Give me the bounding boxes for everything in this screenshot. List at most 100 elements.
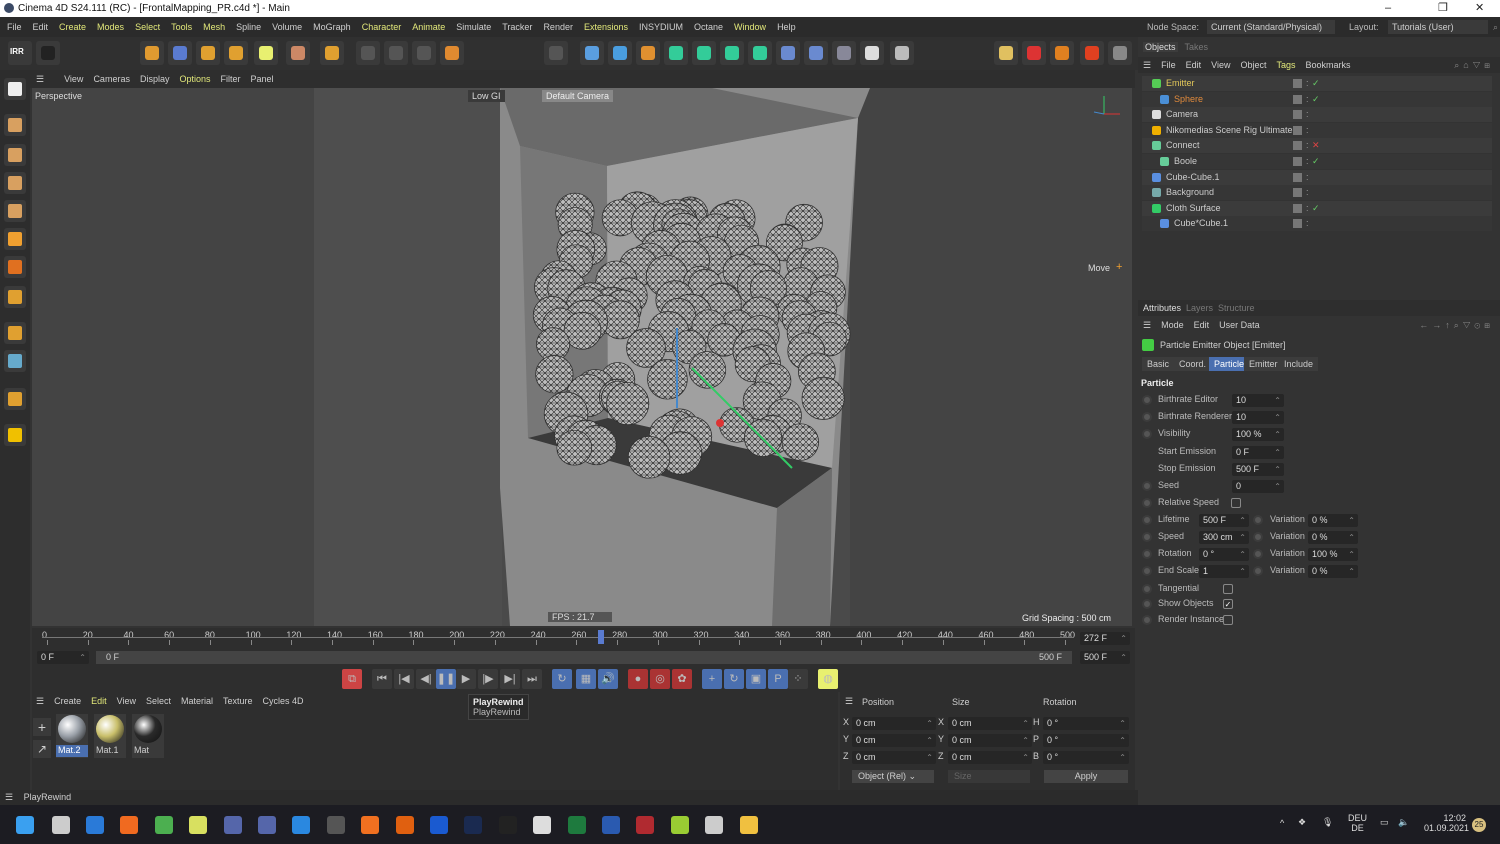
start-frame-field[interactable]: 0 F [37,651,89,664]
language-indicator[interactable]: DEU DE [1348,813,1367,833]
rotate-icon[interactable] [196,41,220,65]
coordinate-mode-dropdown[interactable]: Object (Rel) ⌄ [852,770,934,783]
menu-insydium[interactable]: INSYDIUM [639,22,683,32]
object-row[interactable]: Nikomedias Scene Rig Ultimate: [1142,122,1492,138]
object-row[interactable]: Connect: ✕ [1142,138,1492,154]
move-icon[interactable] [168,41,192,65]
size-mode-dropdown[interactable]: Size [948,770,1030,783]
y-axis-icon[interactable] [384,41,408,65]
mode-object-icon[interactable] [4,78,26,100]
relative-speed-checkbox[interactable] [1231,498,1241,509]
rotation-field[interactable]: 0 ° [1043,734,1129,747]
pen-icon[interactable] [636,41,660,65]
tab-attributes[interactable]: Attributes [1143,303,1181,313]
viewport-menu-view[interactable]: View [64,74,83,84]
visibility-dots-icon[interactable]: : [1306,216,1309,231]
hamburger-icon[interactable]: ☰ [1143,60,1151,70]
object-row[interactable]: Camera: [1142,107,1492,123]
subtab-emitter[interactable]: Emitter [1244,357,1283,371]
render-view-icon[interactable] [580,41,604,65]
menu-mograph[interactable]: MoGraph [313,22,351,32]
playhead[interactable] [597,630,604,644]
menu-tools[interactable]: Tools [171,22,192,32]
viewport-menu-panel[interactable]: Panel [251,74,274,84]
z-axis-icon[interactable] [412,41,436,65]
render-settings-icon[interactable] [36,41,60,65]
layer-icon[interactable] [1293,188,1302,198]
apply-material-icon[interactable]: ↗ [33,740,51,758]
object-row[interactable]: Boole: ✓ [1142,154,1492,169]
record-active-button[interactable]: ◎ [650,669,670,689]
field-input[interactable]: 100 % [1232,428,1284,442]
polygons-mode-icon[interactable] [4,228,26,250]
explorer-icon[interactable] [739,816,758,834]
bridge-icon[interactable] [498,816,517,834]
app-circle-icon[interactable] [533,816,552,834]
pause-button[interactable]: ❚❚ [436,669,456,689]
menu-create[interactable]: Create [59,22,86,32]
layer-icon[interactable] [1293,203,1302,213]
animate-radio[interactable] [1253,514,1263,525]
visibility-dots-icon[interactable]: : [1306,170,1309,185]
gi-label[interactable]: Low GI [468,90,505,102]
autokey-button[interactable]: ● [628,669,648,689]
menu-select[interactable]: Select [135,22,160,32]
menu-mesh[interactable]: Mesh [203,22,225,32]
menu-file[interactable]: File [7,22,22,32]
animate-radio[interactable] [1142,412,1152,423]
cinema4d-2-icon[interactable] [258,816,276,834]
irr-render-icon[interactable]: IRR [8,41,32,65]
firefox-icon[interactable] [120,816,139,834]
visibility-dots-icon[interactable]: : [1306,123,1309,138]
menu-edit[interactable]: Edit [33,22,49,32]
material-menu-edit[interactable]: Edit [91,696,107,706]
tab-takes[interactable]: Takes [1183,42,1211,52]
field-input[interactable]: 500 F [1199,513,1249,527]
material-menu-material[interactable]: Material [181,696,213,706]
tab-layers[interactable]: Layers [1186,303,1213,313]
animate-radio[interactable] [1253,549,1263,560]
word-icon[interactable] [602,816,620,834]
subtab-particle[interactable]: Particle [1209,357,1250,371]
windows-start-icon[interactable] [16,816,34,834]
close-button[interactable]: ✕ [1475,0,1484,17]
object-menu-bookmarks[interactable]: Bookmarks [1306,60,1351,70]
object-row[interactable]: Background: [1142,185,1492,201]
menu-tracker[interactable]: Tracker [502,22,532,32]
notification-badge[interactable]: 25 [1472,818,1486,832]
layout-dropdown[interactable]: Tutorials (User) [1388,20,1488,34]
checkbox[interactable] [1223,615,1233,626]
render-region-icon[interactable] [544,41,568,65]
menu-window[interactable]: Window [734,22,766,32]
field-input[interactable]: 500 F [1232,462,1284,476]
object-menu-file[interactable]: File [1161,60,1176,70]
go-to-start-button[interactable]: ⏮ [372,669,392,689]
attribute-tools-icons[interactable]: ←→↑⌕▽⊙⊞ [1419,317,1494,333]
select-icon[interactable] [140,41,164,65]
visibility-dots-icon[interactable]: : [1306,76,1309,91]
app-blue-icon[interactable] [86,816,104,834]
onion-skin-button[interactable]: ◍ [818,669,838,689]
checkbox[interactable]: ✓ [1223,599,1233,610]
s-app-icon[interactable] [189,816,208,834]
position-field[interactable]: 0 cm [852,751,936,764]
object-menu-view[interactable]: View [1211,60,1230,70]
enabled-toggle[interactable]: ✕ [1312,138,1320,153]
checkbox[interactable] [1223,583,1233,594]
object-row[interactable]: Sphere: ✓ [1142,91,1492,107]
animate-radio[interactable] [1142,566,1152,577]
animate-radio[interactable] [1142,532,1152,542]
clock[interactable]: 12:02 01.09.2021 [1424,813,1469,833]
tab-structure[interactable]: Structure [1218,303,1255,313]
material-menu-view[interactable]: View [117,696,136,706]
size-field[interactable]: 0 cm [948,717,1032,730]
key-rotation-button[interactable]: ↻ [724,669,744,689]
viewport-menu-cameras[interactable]: Cameras [93,74,130,84]
animate-radio[interactable] [1142,498,1152,509]
obs-icon[interactable] [705,816,724,834]
access-icon[interactable] [636,816,655,834]
prev-key-button[interactable]: |◀ [394,669,414,689]
next-key-button[interactable]: ▶| [500,669,520,689]
coordinate-system-icon[interactable] [440,41,464,65]
dropbox-icon[interactable]: ❖ [1298,817,1306,828]
